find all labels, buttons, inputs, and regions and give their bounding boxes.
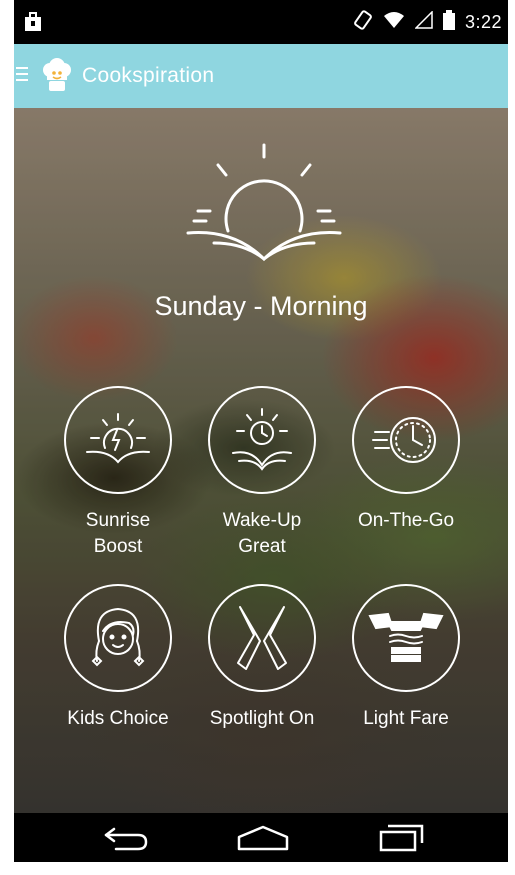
category-wake-up-great[interactable]: Wake-Up Great xyxy=(192,386,332,560)
category-circle[interactable] xyxy=(64,386,172,494)
wifi-icon xyxy=(383,11,405,34)
battery-icon xyxy=(442,10,455,35)
sunrise-icon xyxy=(184,143,344,273)
category-circle[interactable] xyxy=(352,386,460,494)
home-icon[interactable] xyxy=(236,823,290,858)
category-label: Sunrise Boost xyxy=(85,510,151,557)
menu-icon[interactable] xyxy=(16,64,30,89)
category-spotlight-on[interactable]: Spotlight On xyxy=(192,584,332,732)
category-label: Kids Choice xyxy=(67,708,169,729)
main-content: Sunday - Morning Sunrise Boost Wake-Up G… xyxy=(14,108,508,813)
rotation-lock-icon xyxy=(353,10,373,35)
speed-clock-icon xyxy=(372,417,436,463)
category-circle[interactable] xyxy=(352,584,460,692)
status-bar: 3:22 xyxy=(14,0,508,44)
category-circle[interactable] xyxy=(208,584,316,692)
category-kids-choice[interactable]: Kids Choice xyxy=(48,584,188,732)
category-label: On-The-Go xyxy=(357,510,455,531)
category-on-the-go[interactable]: On-The-Go xyxy=(336,386,476,534)
sun-clock-book-icon xyxy=(232,408,292,471)
notification-bag-icon xyxy=(24,12,42,37)
navigation-bar xyxy=(14,813,508,862)
winged-sandwich-icon xyxy=(368,612,444,662)
app-title: Cookspiration xyxy=(82,64,215,87)
day-period-label: Sunday - Morning xyxy=(154,291,368,321)
category-circle[interactable] xyxy=(64,584,172,692)
signal-icon xyxy=(414,10,433,34)
phone-screen: 3:22 Cookspiration Sunday - Morning Sunr… xyxy=(14,0,508,862)
category-sunrise-boost[interactable]: Sunrise Boost xyxy=(48,386,188,560)
app-bar: Cookspiration xyxy=(14,44,508,108)
category-label: Wake-Up Great xyxy=(222,510,302,557)
category-label: Light Fare xyxy=(363,708,449,729)
recents-icon[interactable] xyxy=(378,823,424,858)
girl-face-icon xyxy=(91,607,145,667)
crossed-utensils-icon xyxy=(237,606,287,670)
chef-hat-logo-icon[interactable] xyxy=(40,58,74,99)
category-light-fare[interactable]: Light Fare xyxy=(336,584,476,732)
category-label: Spotlight On xyxy=(209,708,315,729)
status-icons: 3:22 xyxy=(353,10,502,35)
back-icon[interactable] xyxy=(102,823,150,858)
category-circle[interactable] xyxy=(208,386,316,494)
status-time: 3:22 xyxy=(464,12,502,32)
sunrise-lightning-icon xyxy=(86,413,150,464)
